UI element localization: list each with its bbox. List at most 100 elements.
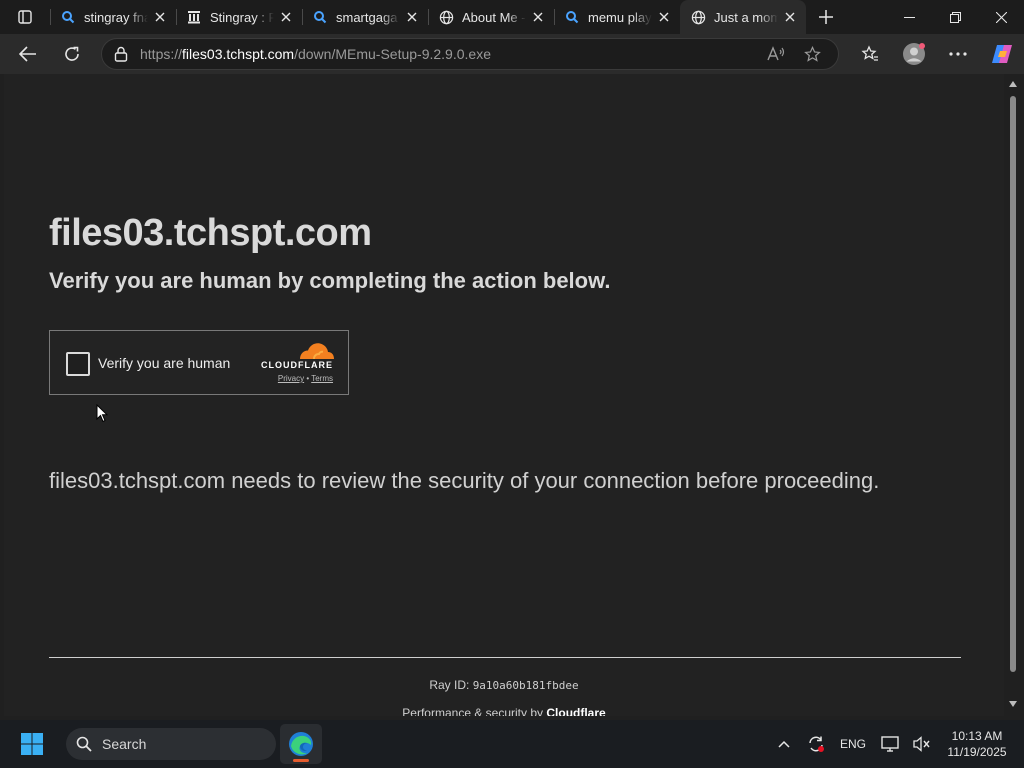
show-hidden-icons-button[interactable] bbox=[768, 724, 800, 764]
verify-checkbox[interactable] bbox=[66, 352, 90, 376]
tab-about-me[interactable]: About Me - bbox=[428, 0, 554, 34]
back-button[interactable] bbox=[10, 38, 46, 70]
refresh-button[interactable] bbox=[54, 38, 90, 70]
url-host: files03.tchspt.com bbox=[182, 46, 295, 62]
close-icon[interactable] bbox=[782, 9, 798, 25]
star-icon bbox=[803, 45, 821, 62]
performance-credit-prefix: Performance & security by bbox=[402, 706, 547, 716]
taskbar: Search ENG 10:13 AM 11/19/2025 bbox=[0, 720, 1024, 768]
edge-icon bbox=[289, 732, 313, 756]
new-tab-button[interactable] bbox=[806, 0, 846, 34]
page-title: files03.tchspt.com bbox=[49, 212, 372, 254]
minimize-icon bbox=[903, 16, 915, 18]
tab-title: memu play bbox=[588, 9, 652, 25]
tab-separator bbox=[176, 9, 177, 25]
url-path: /down/MEmu-Setup-9.2.9.0.exe bbox=[294, 46, 491, 62]
copilot-icon bbox=[992, 45, 1012, 63]
tab-actions-button[interactable] bbox=[0, 0, 50, 34]
close-icon bbox=[995, 11, 1007, 23]
cloudflare-link[interactable]: Cloudflare bbox=[546, 706, 605, 716]
lock-icon[interactable] bbox=[102, 46, 140, 62]
address-bar-actions bbox=[758, 40, 830, 68]
sync-tray-button[interactable] bbox=[800, 724, 832, 764]
windows-logo-icon bbox=[21, 733, 43, 755]
tab-strip: stingray fnaf Stingray : Fr smartgaga - … bbox=[0, 0, 1024, 34]
close-icon[interactable] bbox=[404, 9, 420, 25]
read-aloud-icon bbox=[767, 46, 785, 61]
refresh-icon bbox=[65, 46, 79, 61]
privacy-link[interactable]: Privacy bbox=[278, 374, 304, 383]
url-scheme: https:// bbox=[140, 46, 183, 62]
archive-icon bbox=[186, 9, 202, 25]
page-viewport: files03.tchspt.com Verify you are human … bbox=[4, 74, 1004, 716]
favorites-icon bbox=[861, 45, 878, 61]
favorite-button[interactable] bbox=[794, 40, 830, 68]
ray-id-value: 9a10a60b181fbdee bbox=[472, 679, 579, 692]
taskbar-search-label: Search bbox=[102, 736, 147, 752]
tab-separator bbox=[554, 9, 555, 25]
avatar-icon bbox=[903, 43, 925, 65]
system-clock[interactable]: 10:13 AM 11/19/2025 bbox=[938, 728, 1016, 760]
volume-tray-button[interactable] bbox=[906, 724, 938, 764]
search-icon bbox=[66, 736, 102, 752]
tab-title: Stingray : Fr bbox=[210, 9, 274, 25]
copilot-button[interactable] bbox=[980, 38, 1024, 70]
tab-stingray-fr[interactable]: Stingray : Fr bbox=[176, 0, 302, 34]
tab-actions-icon bbox=[18, 10, 32, 24]
profile-button[interactable] bbox=[892, 38, 936, 70]
cloudflare-wordmark: CLOUDFLARE bbox=[261, 360, 333, 370]
tab-title: About Me - bbox=[462, 9, 526, 25]
volume-muted-icon bbox=[913, 736, 930, 752]
plus-icon bbox=[819, 10, 833, 24]
window-controls bbox=[886, 0, 1024, 34]
scroll-down-icon[interactable] bbox=[1008, 700, 1018, 708]
security-review-text: files03.tchspt.com needs to review the s… bbox=[49, 468, 880, 493]
favorites-button[interactable] bbox=[848, 38, 892, 70]
page-subtitle: Verify you are human by completing the a… bbox=[49, 268, 611, 293]
tab-memu-play[interactable]: memu play bbox=[554, 0, 680, 34]
language-indicator[interactable]: ENG bbox=[832, 737, 874, 751]
footer-divider bbox=[49, 657, 961, 658]
back-arrow-icon bbox=[19, 46, 36, 62]
close-window-button[interactable] bbox=[978, 0, 1024, 34]
tab-smartgaga[interactable]: smartgaga - bbox=[302, 0, 428, 34]
terms-link[interactable]: Terms bbox=[311, 374, 333, 383]
taskbar-search[interactable]: Search bbox=[66, 728, 276, 760]
address-bar[interactable]: https://files03.tchspt.com/down/MEmu-Set… bbox=[101, 38, 839, 70]
tab-separator bbox=[428, 9, 429, 25]
browser-toolbar: https://files03.tchspt.com/down/MEmu-Set… bbox=[0, 34, 1024, 74]
close-icon[interactable] bbox=[152, 9, 168, 25]
tab-title: Just a mome bbox=[714, 9, 778, 25]
start-button[interactable] bbox=[10, 720, 54, 768]
widget-links: Privacy • Terms bbox=[263, 374, 333, 383]
close-icon[interactable] bbox=[278, 9, 294, 25]
minimize-button[interactable] bbox=[886, 0, 932, 34]
close-icon[interactable] bbox=[656, 9, 672, 25]
url-text: https://files03.tchspt.com/down/MEmu-Set… bbox=[140, 46, 758, 62]
ray-id: Ray ID: 9a10a60b181fbdee bbox=[4, 678, 1004, 692]
ray-id-label: Ray ID: bbox=[429, 678, 473, 692]
clock-date: 11/19/2025 bbox=[947, 745, 1007, 759]
page-scrollbar[interactable] bbox=[1006, 76, 1020, 714]
close-icon[interactable] bbox=[530, 9, 546, 25]
mouse-cursor-icon bbox=[96, 404, 108, 423]
tab-stingray-fnaf[interactable]: stingray fnaf bbox=[50, 0, 176, 34]
globe-icon bbox=[438, 9, 454, 25]
verify-checkbox-label[interactable]: Verify you are human bbox=[98, 355, 230, 371]
tab-just-a-moment[interactable]: Just a mome bbox=[680, 0, 806, 34]
scroll-up-icon[interactable] bbox=[1008, 80, 1018, 88]
read-aloud-button[interactable] bbox=[758, 40, 794, 68]
clock-time: 10:13 AM bbox=[951, 729, 1003, 743]
tab-separator bbox=[50, 9, 51, 25]
display-icon bbox=[881, 736, 899, 752]
sync-icon bbox=[809, 736, 824, 752]
tab-title: smartgaga - bbox=[336, 9, 400, 25]
search-icon bbox=[60, 9, 76, 25]
settings-menu-button[interactable] bbox=[936, 38, 980, 70]
active-app-indicator bbox=[293, 759, 309, 762]
restore-button[interactable] bbox=[932, 0, 978, 34]
display-tray-button[interactable] bbox=[874, 724, 906, 764]
globe-icon bbox=[690, 9, 706, 25]
scrollbar-thumb[interactable] bbox=[1010, 96, 1016, 672]
edge-taskbar-app[interactable] bbox=[280, 724, 322, 764]
